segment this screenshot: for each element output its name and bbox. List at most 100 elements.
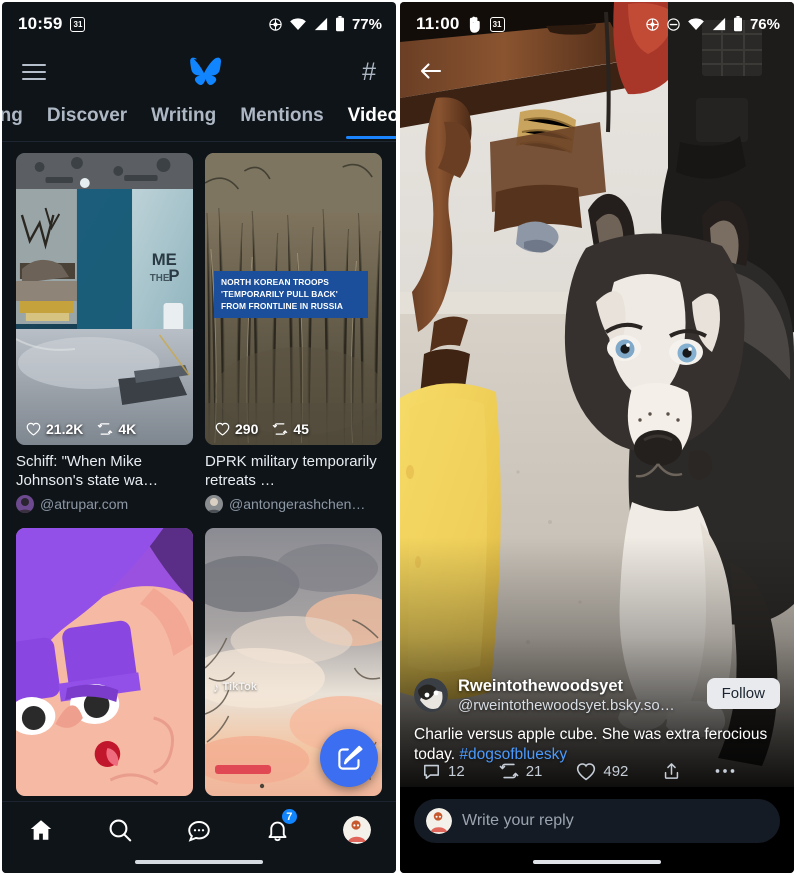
follow-button[interactable]: Follow xyxy=(706,678,780,709)
dual-screenshot-container: 10:59 31 77% # g Discover Writing Mentio… xyxy=(0,0,800,875)
more-options-button[interactable] xyxy=(715,768,735,774)
nav-messages[interactable] xyxy=(160,813,239,847)
repost-count: 21 xyxy=(525,762,543,780)
bluesky-butterfly-logo xyxy=(187,57,222,87)
chyron-line-3: FROM FRONTLINE IN RUSSIA xyxy=(221,301,343,311)
like-action[interactable]: 492 xyxy=(576,762,628,781)
video-card[interactable]: NORTH KOREAN TROOPS 'TEMPORARILY PULL BA… xyxy=(205,153,382,519)
chyron-line-2: 'TEMPORARILY PULL BACK' xyxy=(221,289,338,299)
news-chyron: NORTH KOREAN TROOPS 'TEMPORARILY PULL BA… xyxy=(214,271,368,318)
share-action[interactable] xyxy=(662,761,681,781)
tab-following[interactable]: owing xyxy=(2,102,25,139)
author-handle[interactable]: @rweintothewoodsyet.bsky.so… xyxy=(458,696,697,716)
like-stat: 290 xyxy=(215,421,258,437)
repost-stat: 45 xyxy=(272,421,309,437)
app-header: # xyxy=(2,46,396,98)
status-left-group: 11:00 31 xyxy=(416,14,505,34)
video-frame[interactable] xyxy=(400,2,794,787)
compose-post-button[interactable] xyxy=(320,729,378,787)
tiktok-badge xyxy=(215,764,271,774)
author-display-name[interactable]: Rweintothewoodsyet xyxy=(458,676,697,696)
repost-action[interactable]: 21 xyxy=(499,762,543,780)
video-author[interactable]: @antongerashchen… xyxy=(205,495,382,513)
battery-percent: 77% xyxy=(351,15,382,33)
like-count: 290 xyxy=(235,421,259,437)
right-phone-screen: 11:00 31 76% Rweintothewoodsyet @rweinto… xyxy=(400,2,794,873)
status-time: 10:59 xyxy=(18,14,63,33)
reply-input-placeholder[interactable]: Write your reply xyxy=(462,812,574,830)
location-icon xyxy=(268,17,283,32)
avatar[interactable] xyxy=(414,678,448,712)
tab-discover[interactable]: Discover xyxy=(45,102,129,139)
back-button[interactable] xyxy=(414,54,448,88)
reply-count: 12 xyxy=(448,762,465,780)
home-indicator xyxy=(533,859,661,864)
nav-search[interactable] xyxy=(81,813,160,847)
hand-icon xyxy=(468,16,482,33)
thumbnail-art xyxy=(16,527,193,796)
status-left-group: 10:59 31 xyxy=(18,14,86,34)
video-title[interactable]: Schiff: "When Mike Johnson's state wa… xyxy=(16,452,193,490)
thumbnail-stats: 290 45 xyxy=(215,421,309,437)
nav-notifications[interactable]: 7 xyxy=(238,807,317,847)
thumbnail-stats: 21.2K 4K xyxy=(26,421,136,437)
reply-composer[interactable]: Write your reply xyxy=(400,799,794,843)
avatar xyxy=(16,495,34,513)
status-right-group: 76% xyxy=(645,16,780,33)
reply-input-wrapper[interactable]: Write your reply xyxy=(414,799,780,843)
like-stat: 21.2K xyxy=(26,421,83,437)
video-title[interactable]: DPRK military temporarily retreats … xyxy=(205,452,382,490)
calendar-icon: 31 xyxy=(70,16,86,32)
post-meta: Rweintothewoodsyet @rweintothewoodsyet.b… xyxy=(400,676,794,765)
video-card[interactable]: ME THE P 21.2K 4K Schiff: "When Mike Joh… xyxy=(16,153,193,519)
status-bar-right: 11:00 31 76% xyxy=(400,2,794,46)
reply-action[interactable]: 12 xyxy=(422,762,465,781)
svg-text:P: P xyxy=(168,266,179,285)
avatar xyxy=(426,808,452,834)
nav-profile[interactable] xyxy=(317,813,396,847)
like-count: 492 xyxy=(603,762,629,780)
tiktok-watermark: ♪ TikTok xyxy=(213,680,257,695)
home-indicator xyxy=(135,859,263,864)
left-phone-screen: 10:59 31 77% # g Discover Writing Mentio… xyxy=(2,2,396,873)
cellular-icon xyxy=(313,17,329,31)
tab-video[interactable]: Video xyxy=(345,102,396,139)
music-note-icon: ♪ xyxy=(213,679,220,695)
svg-text:THE: THE xyxy=(150,273,170,284)
menu-icon[interactable] xyxy=(22,64,46,80)
video-thumbnail-dprk[interactable]: NORTH KOREAN TROOPS 'TEMPORARILY PULL BA… xyxy=(205,153,382,445)
repost-stat: 4K xyxy=(97,421,136,437)
avatar xyxy=(205,495,223,513)
video-card[interactable] xyxy=(16,527,193,802)
calendar-icon: 31 xyxy=(489,16,505,32)
tiktok-label: TikTok xyxy=(222,681,257,693)
thumbnail-art: ME THE P xyxy=(16,153,193,445)
feeds-hash-icon[interactable]: # xyxy=(362,59,376,85)
wifi-icon xyxy=(289,17,307,31)
repost-count: 4K xyxy=(118,421,137,437)
avatar xyxy=(342,816,371,844)
dnd-icon xyxy=(666,17,681,32)
author-handle: @antongerashchen… xyxy=(229,496,366,512)
wifi-icon xyxy=(687,17,705,31)
location-icon xyxy=(645,17,660,32)
cellular-icon xyxy=(711,17,727,31)
tab-writing[interactable]: Writing xyxy=(149,102,218,139)
battery-icon xyxy=(733,16,743,32)
post-caption: Charlie versus apple cube. She was extra… xyxy=(414,725,780,765)
status-time: 11:00 xyxy=(416,14,460,33)
chyron-line-1: NORTH KOREAN TROOPS xyxy=(221,277,329,287)
tab-mentions[interactable]: Mentions xyxy=(238,102,325,139)
nav-home[interactable] xyxy=(2,813,81,847)
author-row: Rweintothewoodsyet @rweintothewoodsyet.b… xyxy=(414,676,780,716)
author-info: Rweintothewoodsyet @rweintothewoodsyet.b… xyxy=(458,676,697,716)
video-author[interactable]: @atrupar.com xyxy=(16,495,193,513)
status-right-group: 77% xyxy=(268,16,382,33)
feed-tabs: owing Discover Writing Mentions Video xyxy=(2,98,396,142)
author-handle: @atrupar.com xyxy=(40,496,129,512)
video-thumbnail-cartoon[interactable] xyxy=(16,527,193,796)
video-player[interactable]: 11:00 31 76% Rweintothewoodsyet @rweinto… xyxy=(400,2,794,873)
repost-count: 45 xyxy=(293,421,309,437)
post-actions: 12 21 492 xyxy=(400,761,794,781)
video-thumbnail-news-studio[interactable]: ME THE P 21.2K 4K xyxy=(16,153,193,445)
